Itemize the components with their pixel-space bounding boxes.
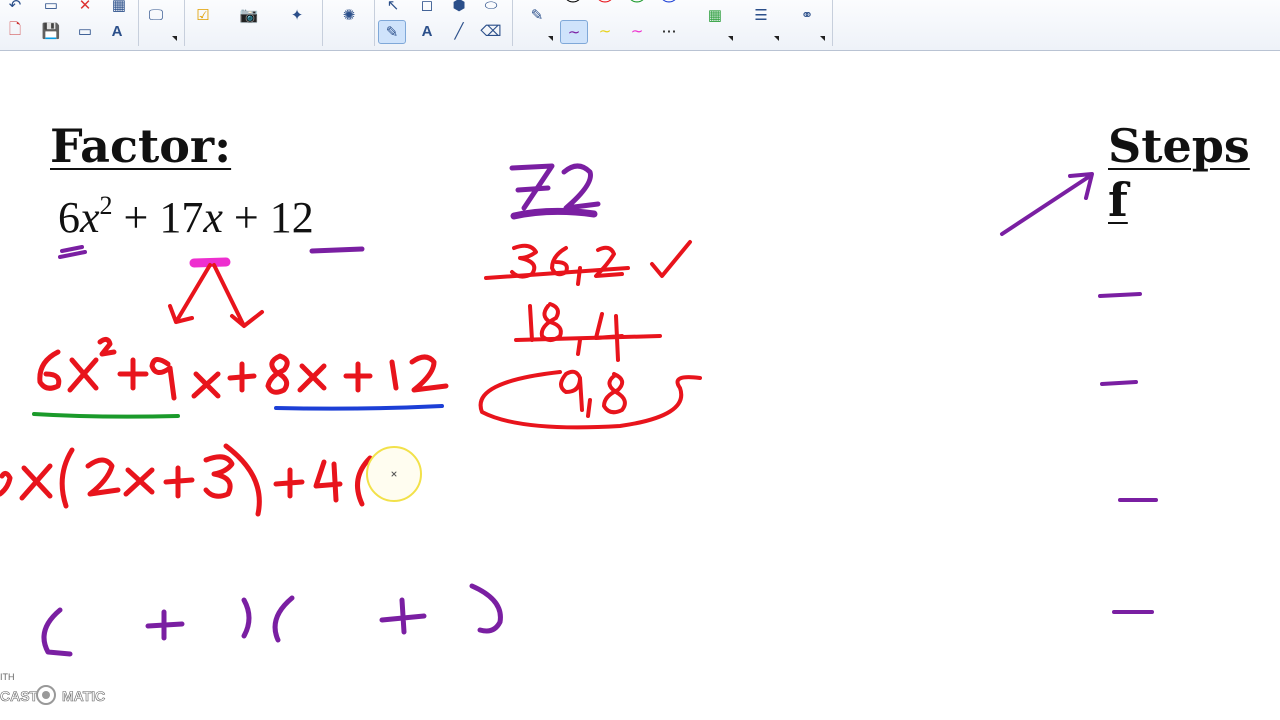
ink-group1-underline [32, 412, 180, 419]
ink-underline-c [309, 246, 365, 254]
ink-product [509, 163, 601, 220]
record-logo-icon [36, 685, 56, 705]
ink-factor-pairs [478, 240, 702, 430]
ink-binomial-template [41, 583, 503, 657]
ink-highlight-b [189, 257, 231, 268]
ink-group2-underline [274, 404, 444, 411]
watermark-top-text: ITH [0, 672, 15, 682]
ink-split-expression [37, 336, 449, 401]
ink-steps-markers [1000, 172, 1158, 614]
ink-grouped-expression [0, 443, 373, 517]
ink-underline-a [58, 245, 87, 259]
ink-split-arrows [168, 263, 264, 328]
handwriting-layer [0, 163, 1158, 657]
watermark-left-text: CAST [0, 688, 39, 705]
watermark-right-text: MATIC [62, 688, 106, 705]
screencast-watermark: ITH CAST MATIC [0, 668, 120, 718]
